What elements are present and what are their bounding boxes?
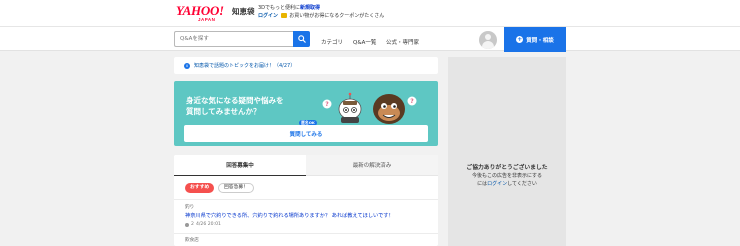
logo-service-name: 知恵袋 — [232, 7, 255, 16]
coupon-icon — [280, 13, 287, 18]
question-tabs: 回答募集中 最新の解決済み — [174, 155, 438, 176]
logo-yahoo: YAHOO! — [176, 3, 224, 18]
banner-text: 身近な気になる疑問や悩みを 質問してみませんか？ — [186, 95, 284, 117]
ad-login-suffix: してください — [507, 181, 537, 187]
promo-signup-link[interactable]: 新規取得 — [300, 5, 320, 11]
header-promo: 3Dでもっと便利に新規取得 ログイン お買い物がお得になるクーポンがたくさん — [258, 4, 384, 20]
answers-icon — [185, 222, 189, 227]
header-nav-bar: カテゴリ Q&A一覧 公式・専門家 + 質問・相談 — [0, 26, 740, 52]
promo-text: 3Dでもっと便利に — [258, 5, 301, 11]
banner-line-1: 身近な気になる疑問や悩みを — [186, 96, 284, 105]
nav-qa-list[interactable]: Q&A一覧 — [353, 38, 376, 46]
nav-official-experts[interactable]: 公式・専門家 — [386, 38, 419, 46]
info-icon: i — [184, 62, 190, 69]
topic-notice-text: 知恵袋で話題のトピックをお届け！（4/27） — [194, 63, 296, 69]
questions-panel: 回答募集中 最新の解決済み おすすめ 回答急募！ 釣り 神奈川県で穴釣りできる所… — [174, 155, 438, 246]
ad-login-text: にはログインしてください — [448, 180, 566, 187]
question-datetime: 4/26 20:01 — [195, 222, 221, 227]
tab-resolved-questions[interactable]: 最新の解決済み — [306, 155, 438, 175]
question-category[interactable]: 釣り — [185, 204, 194, 210]
ask-banner: 身近な気になる疑問や悩みを 質問してみませんか？ ? ? 匿名OK 質問してみる — [174, 81, 438, 146]
question-meta: 2 4/26 20:01 — [185, 222, 221, 227]
ad-feedback-panel: ご協力ありがとうございました 今後もこの広告を非表示にする にはログインしてくだ… — [448, 57, 566, 246]
user-avatar-icon[interactable] — [479, 31, 497, 49]
ask-now-button[interactable]: 質問してみる — [184, 125, 428, 142]
mascot-illustration: ? ? — [322, 92, 417, 124]
svg-text:?: ? — [410, 98, 414, 105]
search-icon — [297, 35, 306, 43]
ask-question-label: 質問・相談 — [526, 37, 554, 44]
question-title[interactable]: 神奈川県で穴釣りできる所、穴釣りで釣れる場所ありますか？ あれば教えてほしいです… — [185, 212, 394, 219]
divider — [174, 199, 438, 200]
site-logo[interactable]: YAHOO! JAPAN 知恵袋 — [176, 3, 255, 22]
divider — [174, 233, 438, 234]
ad-hide-text: 今後もこの広告を非表示にする — [471, 173, 543, 179]
nav-category[interactable]: カテゴリ — [321, 38, 343, 46]
header-top: YAHOO! JAPAN 知恵袋 3Dでもっと便利に新規取得 ログイン お買い物… — [0, 0, 740, 26]
ad-login-link[interactable]: ログイン — [487, 181, 507, 187]
topic-notice[interactable]: i 知恵袋で話題のトピックをお届け！（4/27） — [174, 57, 438, 74]
search-input[interactable] — [174, 31, 294, 47]
search-button[interactable] — [293, 31, 310, 47]
filter-chip-urgent[interactable]: 回答急募！ — [218, 183, 254, 193]
logo-japan: JAPAN — [198, 17, 216, 22]
promo-coupon-text[interactable]: お買い物がお得になるクーポンがたくさん — [289, 13, 384, 19]
filter-chip-recommended[interactable]: おすすめ — [185, 183, 215, 193]
promo-login-link[interactable]: ログイン — [258, 13, 278, 19]
ad-login-prefix: には — [477, 181, 488, 187]
answer-count: 2 — [191, 222, 194, 227]
plus-icon: + — [516, 36, 524, 43]
question-category[interactable]: 飲食店 — [185, 237, 199, 243]
ad-thanks-title: ご協力ありがとうございました — [466, 165, 548, 171]
tab-open-questions[interactable]: 回答募集中 — [174, 155, 306, 176]
banner-line-2: 質問してみませんか？ — [186, 107, 261, 116]
svg-text:?: ? — [325, 101, 329, 108]
ask-question-button[interactable]: + 質問・相談 — [504, 27, 566, 52]
